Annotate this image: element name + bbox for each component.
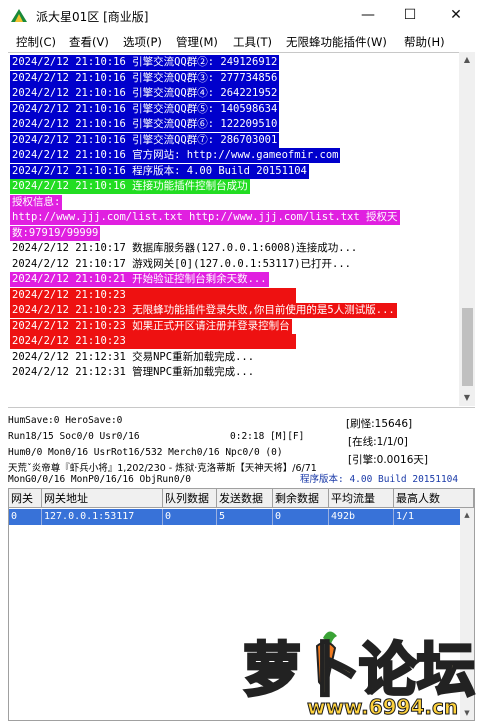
title-bar: 派大星01区 [商业版] — ☐ ✕ — [0, 0, 487, 32]
column-header[interactable]: 队列数据 — [163, 489, 217, 508]
log-line: http://www.jjj.com/list.txt http://www.j… — [10, 210, 400, 225]
scroll-down-icon[interactable]: ▼ — [459, 390, 475, 406]
log-line: 2024/2/12 21:10:16 连接功能插件控制台成功 — [10, 179, 250, 194]
log-line: 2024/2/12 21:10:23 无限蜂功能插件登录失败,你目前使用的是5人… — [10, 303, 397, 318]
column-header[interactable]: 剩余数据 — [273, 489, 329, 508]
stat-humsave: HumSave:0 HeroSave:0 — [8, 415, 123, 426]
log-line: 2024/2/12 21:12:31 管理NPC重新加载完成... — [10, 365, 257, 380]
log-line: 授权信息: — [10, 194, 63, 210]
stat-uptime: 0:2:18 [M][F] — [230, 431, 305, 442]
log-line: 2024/2/12 21:10:16 引擎交流QQ群④: 264221952 — [10, 86, 280, 101]
log-line: 2024/2/12 21:10:23 如果正式开区请注册并登录控制台 — [10, 318, 292, 334]
log-line: 2024/2/12 21:10:16 引擎交流QQ群⑥: 122209510 — [10, 117, 280, 132]
site-watermark-logo: 萝卜论坛 www.6994.cn — [242, 631, 477, 720]
column-header[interactable]: 发送数据 — [217, 489, 273, 508]
log-line: 数:97919/99999 — [10, 225, 101, 241]
log-line: 2024/2/12 21:10:16 引擎交流QQ群②: 249126912 — [10, 55, 280, 70]
log-line: 2024/2/12 21:10:16 引擎交流QQ群⑤: 140598634 — [10, 101, 280, 117]
stat-mon: MonG0/0/16 MonP0/16/16 ObjRun0/0 — [8, 474, 192, 485]
log-line: 2024/2/12 21:12:31 交易NPC重新加载完成... — [10, 349, 257, 365]
log-line: 2024/2/12 21:10:23 — [10, 334, 296, 349]
column-header[interactable]: 网关 — [9, 489, 42, 508]
scroll-up-icon[interactable]: ▲ — [459, 52, 475, 68]
menu-manage[interactable]: 管理(M) — [176, 34, 218, 50]
stat-version: 程序版本: 4.00 Build 20151104 — [300, 474, 459, 485]
stat-hum: Hum0/0 Mon0/16 UsrRot16/532 Merch0/16 Np… — [8, 447, 283, 458]
column-header[interactable]: 网关地址 — [42, 489, 163, 508]
menu-help[interactable]: 帮助(H) — [404, 34, 445, 50]
menu-view[interactable]: 查看(V) — [69, 34, 109, 50]
close-button[interactable]: ✕ — [433, 0, 479, 32]
table-row[interactable]: 0 127.0.0.1:53117 0 5 0 492b 1/1 — [9, 509, 460, 525]
cell-avg-traffic: 492b — [329, 509, 394, 525]
menu-plugin[interactable]: 无限蜂功能插件(W) — [286, 34, 387, 50]
app-icon — [11, 9, 27, 22]
menu-tools[interactable]: 工具(T) — [233, 34, 272, 50]
cell-remaining: 0 — [273, 509, 329, 525]
stat-map: 天荒ˇ炎帝尊『虾兵小将』1,202/230 - 炼狱·克洛蒂斯【天神天将】/6/… — [8, 463, 317, 474]
menu-bar: 控制(C) 查看(V) 选项(P) 管理(M) 工具(T) 无限蜂功能插件(W)… — [0, 32, 487, 52]
log-line: 2024/2/12 21:10:16 官方网站: http://www.game… — [10, 148, 341, 163]
log-line: 2024/2/12 21:10:17 游戏网关[0](127.0.0.1:531… — [10, 256, 354, 272]
stat-online: [在线:1/1/0] — [348, 436, 408, 448]
cell-sent: 5 — [217, 509, 273, 525]
cell-address: 127.0.0.1:53117 — [42, 509, 163, 525]
svg-text:www.6994.cn: www.6994.cn — [307, 695, 458, 719]
stat-ratio: [引擎:0.0016天] — [348, 454, 428, 466]
log-line: 2024/2/12 21:10:16 引擎交流QQ群③: 277734856 — [10, 70, 280, 86]
log-line: 2024/2/12 21:10:23 — [10, 287, 296, 303]
maximize-button[interactable]: ☐ — [387, 0, 433, 32]
menu-options[interactable]: 选项(P) — [123, 34, 162, 50]
stat-refresh: [刷怪:15646] — [346, 418, 413, 430]
status-panel: HumSave:0 HeroSave:0 Run18/15 Soc0/0 Usr… — [8, 407, 475, 488]
log-scrollbar[interactable]: ▲ ▼ — [459, 52, 475, 406]
column-header[interactable]: 最高人数 — [394, 489, 474, 508]
log-line: 2024/2/12 21:10:21 开始验证控制台剩余天数... — [10, 272, 269, 287]
log-line: 2024/2/12 21:10:16 引擎交流QQ群⑦: 286703001 — [10, 132, 280, 148]
log-line: 2024/2/12 21:10:17 数据库服务器(127.0.0.1:6008… — [10, 241, 360, 256]
log-panel[interactable]: 2024/2/12 21:10:16 引擎交流QQ群②: 249126912 20… — [8, 52, 475, 407]
scroll-up-icon[interactable]: ▲ — [460, 508, 474, 522]
scroll-thumb[interactable] — [462, 308, 473, 386]
cell-queue: 0 — [163, 509, 217, 525]
svg-text:萝卜论坛: 萝卜论坛 — [243, 636, 475, 704]
menu-control[interactable]: 控制(C) — [16, 34, 56, 50]
window-title: 派大星01区 [商业版] — [36, 10, 149, 24]
stat-run: Run18/15 Soc0/0 Usr0/16 — [8, 431, 140, 442]
column-header[interactable]: 平均流量 — [329, 489, 394, 508]
minimize-button[interactable]: — — [345, 0, 391, 32]
cell-gateway: 0 — [9, 509, 42, 525]
log-line: 2024/2/12 21:10:16 程序版本: 4.00 Build 2015… — [10, 163, 309, 179]
cell-max-users: 1/1 — [396, 511, 415, 522]
